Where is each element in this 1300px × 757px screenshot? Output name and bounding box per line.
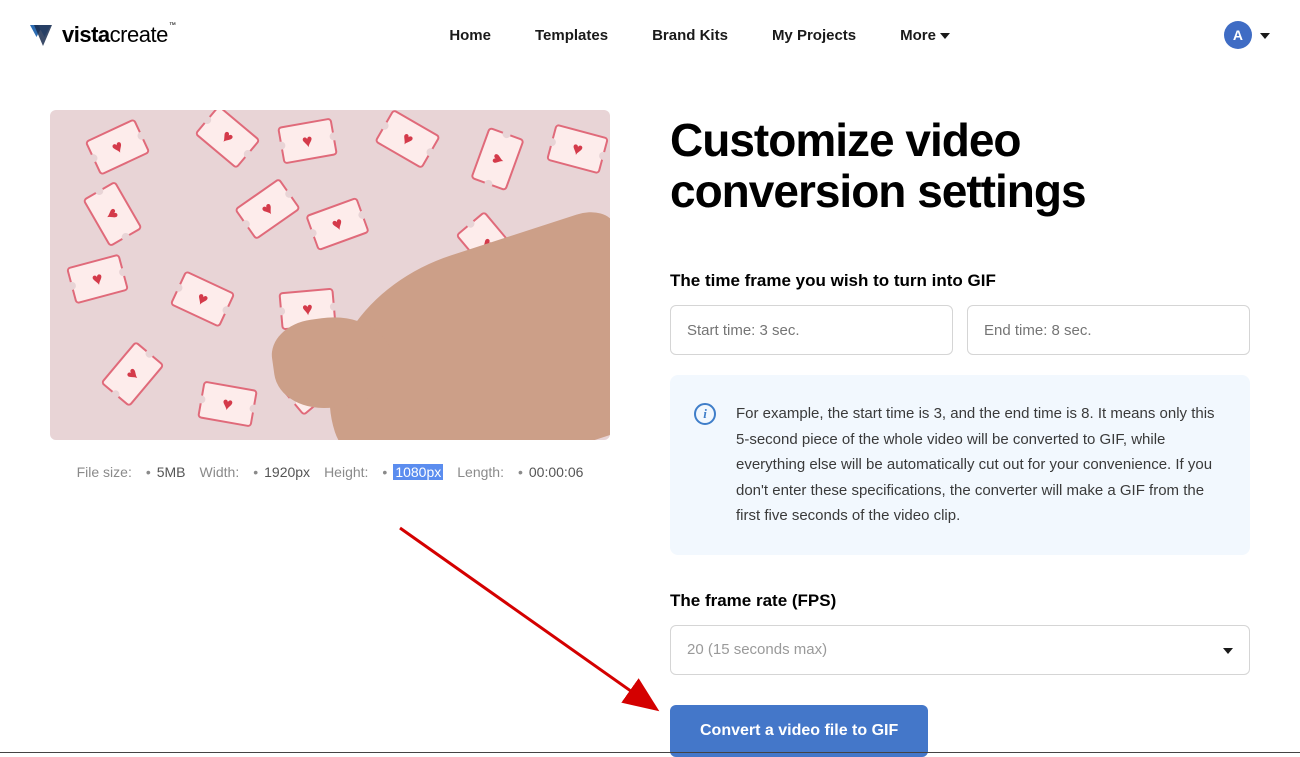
meta-width-value: 1920px xyxy=(253,464,310,480)
nav-templates[interactable]: Templates xyxy=(535,27,608,44)
chevron-down-icon xyxy=(1223,648,1233,654)
meta-filesize-label: File size: xyxy=(77,464,132,480)
meta-width-label: Width: xyxy=(200,464,240,480)
fps-value: 20 (15 seconds max) xyxy=(687,641,827,658)
video-metadata: File size: 5MB Width: 1920px Height: 108… xyxy=(50,464,610,480)
nav-more-label: More xyxy=(900,27,936,44)
meta-height-label: Height: xyxy=(324,464,368,480)
page-title: Customize video conversion settings xyxy=(670,115,1250,216)
video-preview[interactable]: ♥ ♥ ♥ ♥ ♥ ♥ ♥ ♥ ♥ ♥ ♥ ♥ ♥ ♥ ♥ ♥ ♥ ♥ ♥ ♥ xyxy=(50,110,610,440)
header: vistacreate™ Home Templates Brand Kits M… xyxy=(0,0,1300,70)
main-nav: Home Templates Brand Kits My Projects Mo… xyxy=(449,27,950,44)
info-box: i For example, the start time is 3, and … xyxy=(670,375,1250,555)
meta-filesize-value: 5MB xyxy=(146,464,186,480)
bottom-border xyxy=(0,752,1300,753)
convert-button[interactable]: Convert a video file to GIF xyxy=(670,705,928,757)
nav-home[interactable]: Home xyxy=(449,27,491,44)
logo-icon xyxy=(30,22,56,48)
nav-brand-kits[interactable]: Brand Kits xyxy=(652,27,728,44)
right-column: Customize video conversion settings The … xyxy=(670,110,1250,757)
meta-length-value: 00:00:06 xyxy=(518,464,583,480)
end-time-input[interactable] xyxy=(967,305,1250,355)
main-content: ♥ ♥ ♥ ♥ ♥ ♥ ♥ ♥ ♥ ♥ ♥ ♥ ♥ ♥ ♥ ♥ ♥ ♥ ♥ ♥ … xyxy=(0,70,1300,757)
avatar: A xyxy=(1224,21,1252,49)
meta-height-value: 1080px xyxy=(393,464,443,480)
chevron-down-icon xyxy=(1260,33,1270,39)
nav-more[interactable]: More xyxy=(900,27,950,44)
start-time-input[interactable] xyxy=(670,305,953,355)
logo-text: vistacreate™ xyxy=(62,22,175,48)
left-column: ♥ ♥ ♥ ♥ ♥ ♥ ♥ ♥ ♥ ♥ ♥ ♥ ♥ ♥ ♥ ♥ ♥ ♥ ♥ ♥ … xyxy=(50,110,610,757)
logo[interactable]: vistacreate™ xyxy=(30,22,175,48)
meta-length-label: Length: xyxy=(457,464,504,480)
time-frame-label: The time frame you wish to turn into GIF xyxy=(670,271,1250,291)
info-icon: i xyxy=(694,403,716,425)
nav-my-projects[interactable]: My Projects xyxy=(772,27,856,44)
fps-select[interactable]: 20 (15 seconds max) xyxy=(670,625,1250,675)
user-menu[interactable]: A xyxy=(1224,21,1270,49)
time-inputs xyxy=(670,305,1250,355)
chevron-down-icon xyxy=(940,33,950,39)
fps-label: The frame rate (FPS) xyxy=(670,591,1250,611)
info-text: For example, the start time is 3, and th… xyxy=(736,401,1226,529)
